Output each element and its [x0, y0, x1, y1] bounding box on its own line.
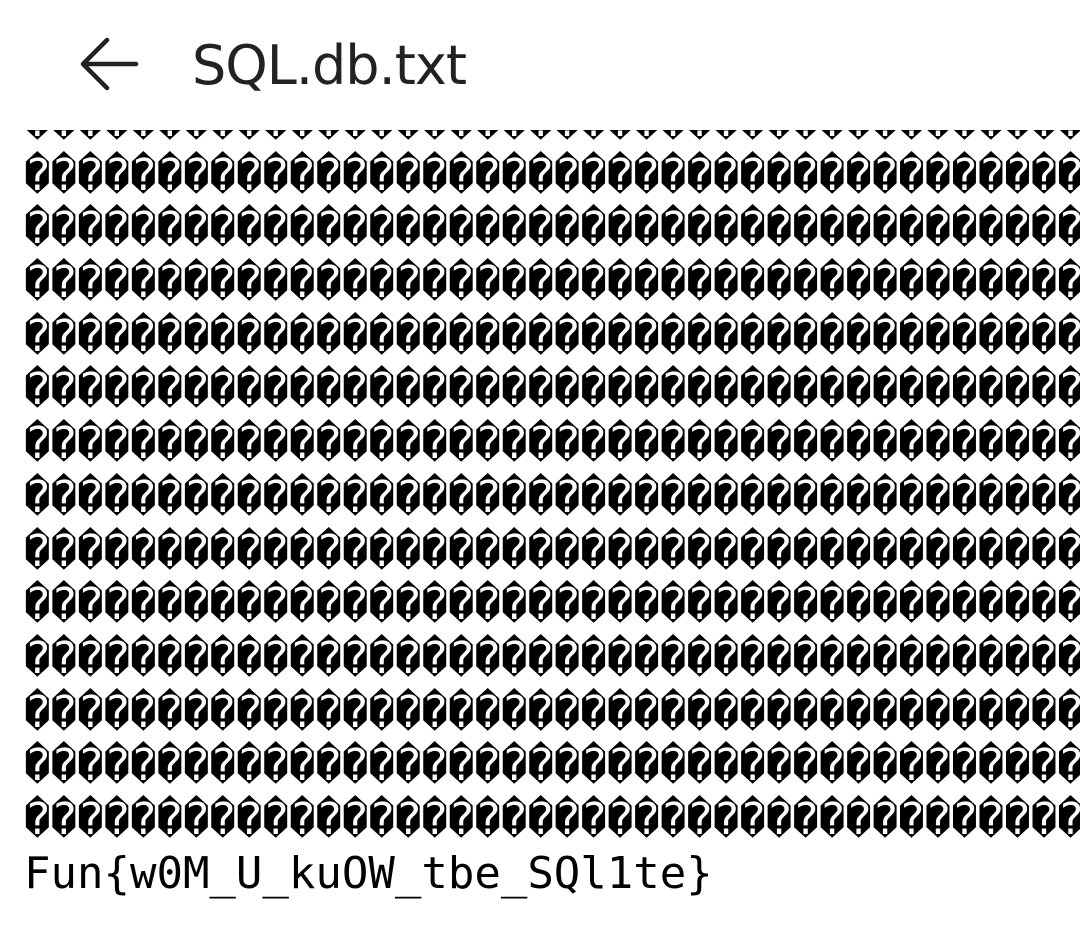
garbled-line: ����������������������������������������… — [24, 203, 1080, 255]
garbled-line: ����������������������������������������… — [24, 310, 1080, 362]
back-button[interactable] — [68, 26, 148, 102]
garbled-line: ����������������������������������������… — [24, 686, 1080, 738]
garbled-line: ����������������������������������������… — [24, 471, 1080, 523]
file-title: SQL.db.txt — [192, 34, 467, 97]
text-viewer[interactable]: ����������������������������������������… — [0, 130, 1080, 941]
app-header: SQL.db.txt — [0, 0, 1080, 130]
garbled-line: ����������������������������������������… — [24, 740, 1080, 792]
garbled-line: ����������������������������������������… — [24, 579, 1080, 631]
garbled-line: ����������������������������������������… — [24, 525, 1080, 577]
garbled-line: ����������������������������������������… — [24, 632, 1080, 684]
garbled-line: ����������������������������������������… — [24, 793, 1080, 845]
file-text-content: ����������������������������������������… — [24, 130, 1080, 900]
garbled-line: ����������������������������������������… — [24, 257, 1080, 309]
flag-line: Fun{w0M_U_kuOW_tbe_SQl1te} — [24, 847, 713, 899]
garbled-line: ����������������������������������������… — [24, 418, 1080, 470]
garbled-line: ����������������������������������������… — [24, 149, 1080, 201]
arrow-left-icon — [80, 37, 139, 91]
garbled-line: ����������������������������������������… — [24, 130, 1080, 149]
garbled-line: ����������������������������������������… — [24, 364, 1080, 416]
